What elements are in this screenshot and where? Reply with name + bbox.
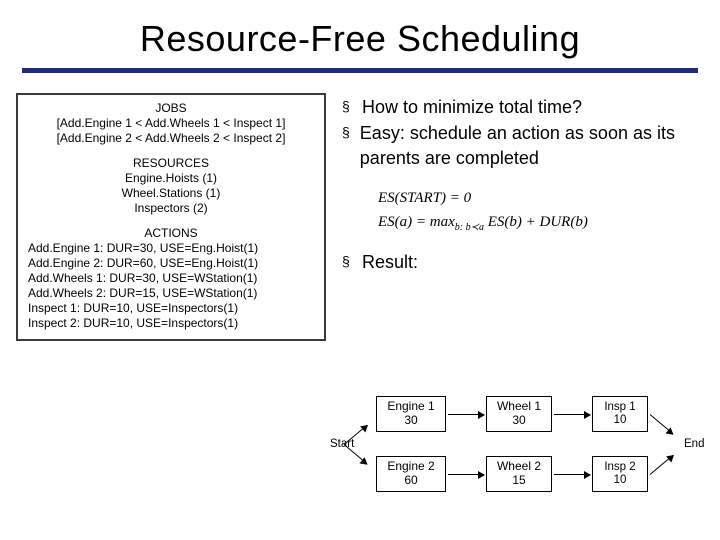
problem-box: JOBS [Add.Engine 1 < Add.Wheels 1 < Insp… [16, 93, 326, 341]
node-insp-2-dur: 10 [593, 474, 647, 487]
actions-line-3: Add.Wheels 1: DUR=30, USE=WStation(1) [24, 271, 318, 286]
arrow-e2-w2 [448, 474, 484, 475]
formula-lhs: ES(a) = max [378, 214, 455, 230]
resources-line-1: Engine.Hoists (1) [24, 171, 318, 186]
formula-rhs: ES(b) + DUR(b) [484, 214, 588, 230]
node-engine-2-label: Engine 2 [377, 460, 445, 474]
node-engine-1-label: Engine 1 [377, 400, 445, 414]
formula-line-1: ES(START) = 0 [378, 186, 704, 210]
actions-line-4: Add.Wheels 2: DUR=15, USE=WStation(1) [24, 286, 318, 301]
node-insp-2-label: Insp 2 [593, 461, 647, 474]
bullet-3: § Result: [342, 250, 704, 274]
node-engine-2-dur: 60 [377, 474, 445, 488]
arrow-start-e1 [344, 425, 368, 445]
node-wheel-2: Wheel 2 15 [486, 456, 552, 492]
jobs-section: JOBS [Add.Engine 1 < Add.Wheels 1 < Insp… [24, 101, 318, 146]
actions-line-6: Inspect 2: DUR=10, USE=Inspectors(1) [24, 316, 318, 331]
resources-head: RESOURCES [24, 156, 318, 171]
arrow-i2-end [650, 455, 674, 475]
formula-line-2: ES(a) = maxb: b≺a ES(b) + DUR(b) [378, 210, 704, 236]
resources-line-2: Wheel.Stations (1) [24, 186, 318, 201]
node-wheel-1-dur: 30 [487, 414, 551, 428]
node-insp-1-dur: 10 [593, 414, 647, 427]
formula-block: ES(START) = 0 ES(a) = maxb: b≺a ES(b) + … [378, 186, 704, 236]
actions-section: ACTIONS Add.Engine 1: DUR=30, USE=Eng.Ho… [24, 226, 318, 331]
content-row: JOBS [Add.Engine 1 < Add.Wheels 1 < Insp… [0, 87, 720, 341]
arrow-w1-i1 [554, 414, 590, 415]
actions-head: ACTIONS [24, 226, 318, 241]
node-wheel-2-label: Wheel 2 [487, 460, 551, 474]
bullet-list: § How to minimize total time? § Easy: sc… [342, 95, 704, 170]
arrow-i1-end [650, 414, 674, 434]
node-insp-1-label: Insp 1 [593, 401, 647, 414]
arrow-w2-i2 [554, 474, 590, 475]
formula-subscript: b: b≺a [455, 222, 484, 233]
resources-section: RESOURCES Engine.Hoists (1) Wheel.Statio… [24, 156, 318, 216]
node-wheel-2-dur: 15 [487, 474, 551, 488]
result-bullet: § Result: [342, 250, 704, 274]
node-wheel-1-label: Wheel 1 [487, 400, 551, 414]
node-insp-1: Insp 1 10 [592, 396, 648, 432]
actions-line-2: Add.Engine 2: DUR=60, USE=Eng.Hoist(1) [24, 256, 318, 271]
resources-line-3: Inspectors (2) [24, 201, 318, 216]
actions-line-1: Add.Engine 1: DUR=30, USE=Eng.Hoist(1) [24, 241, 318, 256]
bullet-1-text: How to minimize total time? [362, 95, 582, 119]
bullet-marker-icon: § [342, 121, 350, 170]
bullet-2-text: Easy: schedule an action as soon as its … [360, 121, 704, 170]
title-underline [22, 68, 698, 73]
node-engine-1-dur: 30 [377, 414, 445, 428]
actions-line-5: Inspect 1: DUR=10, USE=Inspectors(1) [24, 301, 318, 316]
right-column: § How to minimize total time? § Easy: sc… [338, 93, 704, 341]
bullet-2: § Easy: schedule an action as soon as it… [342, 121, 704, 170]
node-engine-2: Engine 2 60 [376, 456, 446, 492]
page-title: Resource-Free Scheduling [0, 0, 720, 68]
node-insp-2: Insp 2 10 [592, 456, 648, 492]
arrow-e1-w1 [448, 414, 484, 415]
end-label: End [684, 438, 704, 450]
bullet-marker-icon: § [342, 250, 352, 274]
bullet-3-text: Result: [362, 250, 418, 274]
arrow-start-e2 [344, 444, 368, 464]
jobs-head: JOBS [24, 101, 318, 116]
node-wheel-1: Wheel 1 30 [486, 396, 552, 432]
start-label: Start [330, 438, 354, 450]
schedule-diagram: Start End Engine 1 30 Engine 2 60 Wheel … [332, 390, 712, 520]
bullet-marker-icon: § [342, 95, 352, 119]
node-engine-1: Engine 1 30 [376, 396, 446, 432]
jobs-line-2: [Add.Engine 2 < Add.Wheels 2 < Inspect 2… [24, 131, 318, 146]
jobs-line-1: [Add.Engine 1 < Add.Wheels 1 < Inspect 1… [24, 116, 318, 131]
bullet-1: § How to minimize total time? [342, 95, 704, 119]
